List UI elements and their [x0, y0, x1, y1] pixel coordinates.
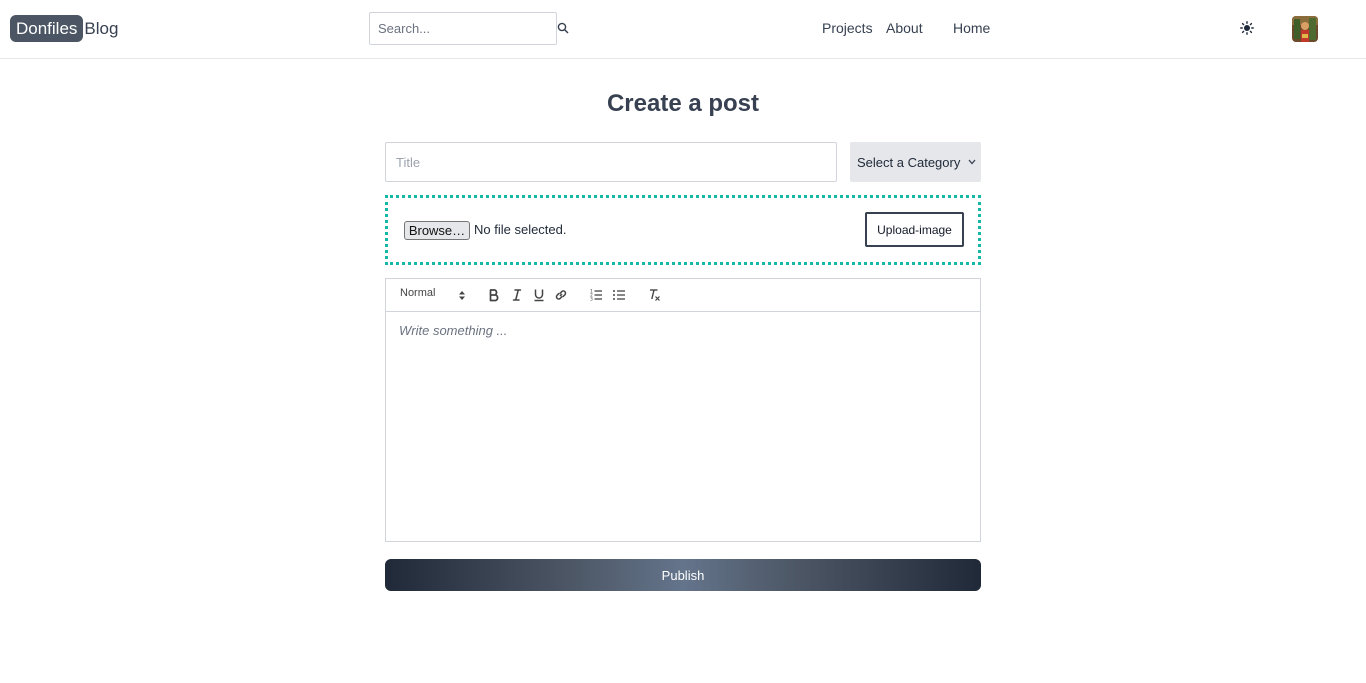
upload-image-button[interactable]: Upload-image: [865, 212, 964, 247]
avatar-image: [1292, 16, 1318, 42]
underline-icon[interactable]: [532, 288, 546, 302]
image-upload-zone: Browse… No file selected. Upload-image: [385, 195, 981, 265]
bold-icon[interactable]: [487, 288, 501, 302]
user-avatar[interactable]: [1292, 16, 1318, 42]
search-input[interactable]: [369, 12, 557, 45]
editor-toolbar: Normal 1 2 3: [386, 279, 980, 312]
italic-icon[interactable]: [510, 288, 524, 302]
bullet-list-icon[interactable]: [612, 288, 626, 302]
editor-content-area[interactable]: Write something ...: [386, 313, 980, 541]
site-header: Donfiles Blog Projects About Home: [0, 0, 1366, 59]
svg-text:3: 3: [590, 297, 593, 302]
nav-projects[interactable]: Projects: [822, 20, 873, 36]
clear-format-icon[interactable]: [647, 288, 661, 302]
nav-home[interactable]: Home: [953, 20, 990, 36]
nav-about[interactable]: About: [886, 20, 923, 36]
page-title: Create a post: [606, 90, 760, 117]
search-icon[interactable]: [557, 22, 569, 34]
editor-placeholder: Write something ...: [399, 323, 508, 338]
logo-text: Blog: [84, 18, 119, 38]
post-title-input[interactable]: [385, 142, 837, 182]
select-arrows-icon: [459, 291, 465, 300]
category-select-label: Select a Category: [857, 154, 961, 170]
chevron-down-icon: [968, 159, 976, 165]
rich-text-editor: Normal 1 2 3 Write something ...: [385, 278, 981, 542]
browse-file-button[interactable]: Browse…: [404, 221, 470, 240]
logo-highlight: Donfiles: [10, 15, 84, 42]
site-logo[interactable]: Donfiles Blog: [10, 15, 118, 42]
link-icon[interactable]: [554, 288, 568, 302]
theme-toggle-icon[interactable]: [1240, 21, 1254, 35]
category-select[interactable]: Select a Category: [850, 142, 981, 182]
heading-format-value: Normal: [400, 287, 436, 299]
ordered-list-icon[interactable]: 1 2 3: [589, 288, 603, 302]
file-status-text: No file selected.: [474, 222, 567, 237]
publish-button[interactable]: Publish: [385, 559, 981, 591]
